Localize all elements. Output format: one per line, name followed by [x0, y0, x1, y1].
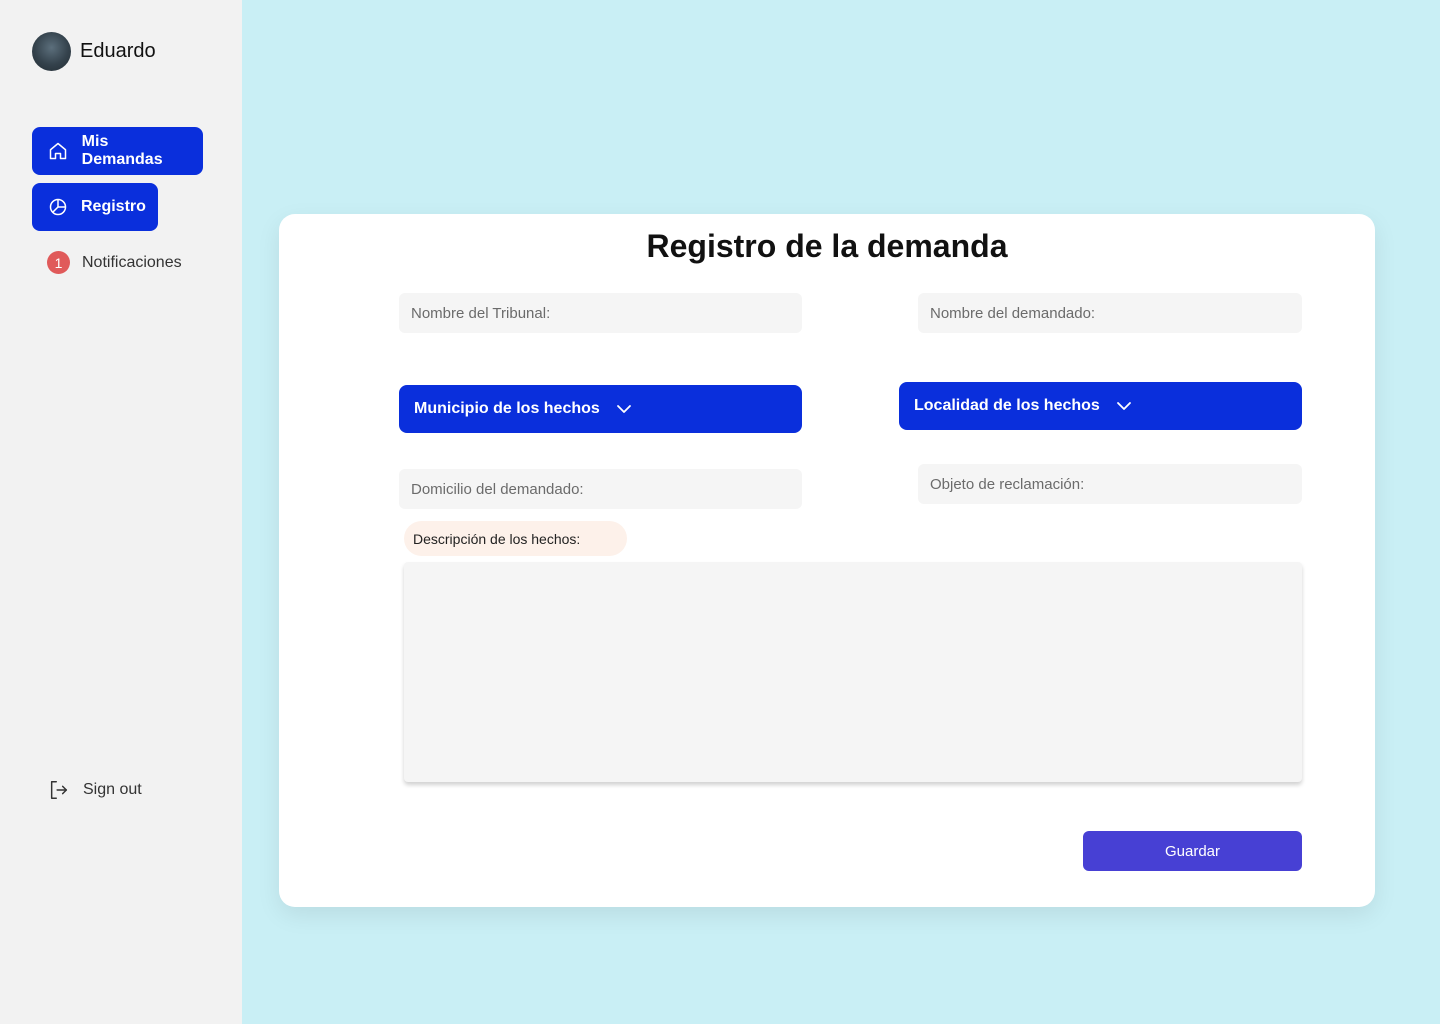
- page-title: Registro de la demanda: [646, 228, 1008, 264]
- save-button[interactable]: Guardar: [1083, 831, 1302, 871]
- nav-mis-demandas-button[interactable]: Mis Demandas: [32, 127, 203, 175]
- chevron-down-icon: [616, 401, 632, 417]
- sign-out-icon: [48, 779, 70, 801]
- nav-mis-demandas-label: Mis Demandas: [81, 133, 163, 168]
- domicilio-demandado-input[interactable]: [399, 469, 802, 509]
- nombre-tribunal-input[interactable]: [399, 293, 802, 333]
- localidad-dropdown-label: Localidad de los hechos: [914, 397, 1100, 414]
- home-icon: [48, 140, 69, 162]
- descripcion-label: Descripción de los hechos:: [404, 521, 627, 556]
- municipio-dropdown[interactable]: Municipio de los hechos: [399, 385, 802, 433]
- sidebar: Eduardo Mis Demandas Registro 1 Notifica…: [0, 0, 242, 1024]
- nav-notificaciones-label: Notificaciones: [82, 253, 182, 271]
- pie-chart-icon: [48, 196, 68, 218]
- descripcion-textarea[interactable]: [404, 562, 1302, 782]
- user-profile[interactable]: Eduardo: [32, 32, 156, 71]
- sign-out-label: Sign out: [83, 781, 142, 798]
- localidad-dropdown[interactable]: Localidad de los hechos: [899, 382, 1302, 430]
- nombre-demandado-input[interactable]: [918, 293, 1302, 333]
- nav-notificaciones[interactable]: 1 Notificaciones: [47, 251, 182, 274]
- chevron-down-icon: [1116, 398, 1132, 414]
- objeto-reclamacion-input[interactable]: [918, 464, 1302, 504]
- municipio-dropdown-label: Municipio de los hechos: [414, 400, 600, 417]
- registro-form-card: Registro de la demanda Municipio de los …: [279, 214, 1375, 907]
- nav-registro-button[interactable]: Registro: [32, 183, 158, 231]
- nav-registro-label: Registro: [81, 198, 146, 215]
- notification-badge: 1: [47, 251, 70, 274]
- avatar[interactable]: [32, 32, 71, 71]
- user-name: Eduardo: [80, 40, 156, 62]
- sign-out-button[interactable]: Sign out: [48, 779, 142, 801]
